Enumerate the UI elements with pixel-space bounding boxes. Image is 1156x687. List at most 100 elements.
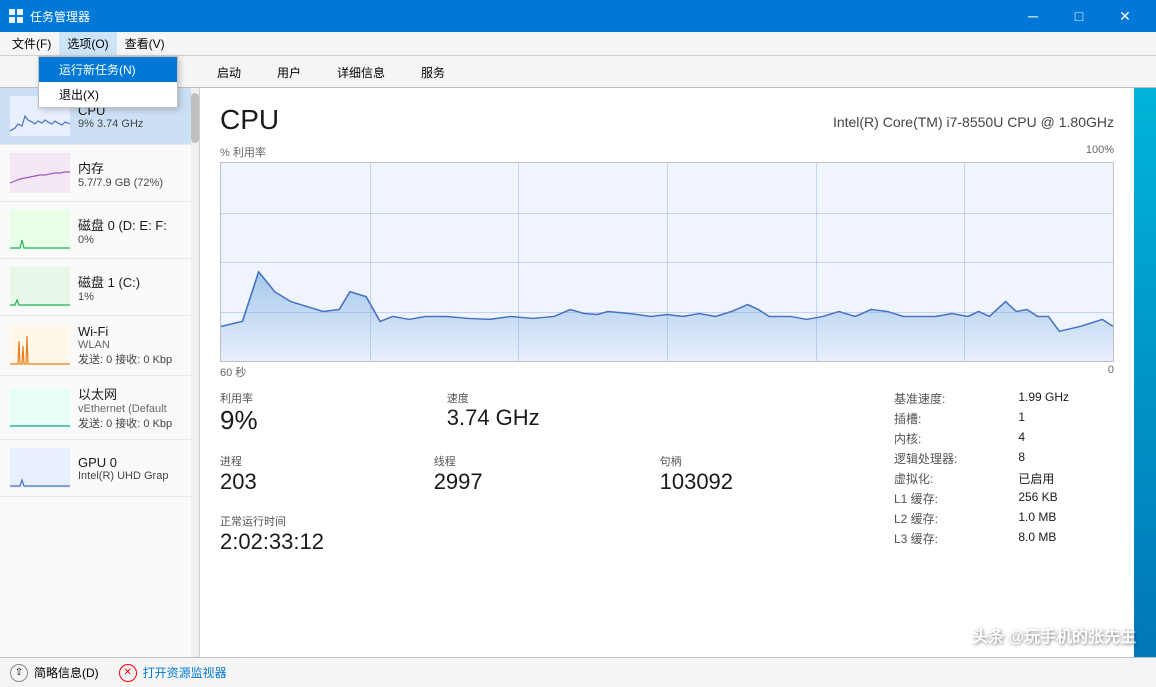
- dropdown-run-task[interactable]: 运行新任务(N): [39, 57, 177, 82]
- tab-users[interactable]: 用户: [260, 57, 318, 87]
- teal-sidebar: [1134, 88, 1156, 657]
- handle-value: 103092: [660, 469, 894, 495]
- cores-value: 4: [1018, 430, 1114, 447]
- grid-vline-5: [964, 163, 965, 361]
- sidebar-thumb-disk1: [10, 267, 70, 307]
- sidebar-info-disk0: 磁盘 0 (D: E: F: 0%: [78, 215, 189, 246]
- content-area: CPU Intel(R) Core(TM) i7-8550U CPU @ 1.8…: [200, 88, 1134, 657]
- tab-services[interactable]: 服务: [404, 57, 462, 87]
- scrollbar-thumb[interactable]: [191, 93, 199, 143]
- chart-x-right: 0: [1108, 364, 1114, 380]
- thread-value: 2997: [434, 469, 644, 495]
- main-layout: CPU 9% 3.74 GHz 内存 5.7/7.9 GB (72%): [0, 88, 1156, 657]
- grid-vline-2: [518, 163, 519, 361]
- logical-label: 逻辑处理器:: [894, 450, 1002, 467]
- l3-value: 8.0 MB: [1018, 530, 1114, 547]
- speed-value: 3.74 GHz: [447, 406, 705, 430]
- monitor-link[interactable]: 打开资源监视器: [143, 664, 227, 681]
- sidebar-thumb-disk0: [10, 210, 70, 250]
- l3-label: L3 缓存:: [894, 530, 1002, 547]
- l1-value: 256 KB: [1018, 490, 1114, 507]
- stats-row2: 进程 203 线程 2997 句柄 103092: [220, 453, 894, 503]
- stats-left: 利用率 9% 速度 3.74 GHz 进程 203 线程 299: [220, 390, 894, 563]
- disk0-sidebar-name: 磁盘 0 (D: E: F:: [78, 215, 189, 234]
- speed-group: 速度 3.74 GHz: [447, 390, 705, 435]
- sockets-value: 1: [1018, 410, 1114, 427]
- window-controls: ─ □ ✕: [1010, 0, 1148, 32]
- sidebar-item-wifi[interactable]: Wi-Fi WLAN 发送: 0 接收: 0 Kbp: [0, 316, 199, 376]
- eth-sidebar-name: 以太网: [78, 384, 189, 403]
- sidebar-item-memory[interactable]: 内存 5.7/7.9 GB (72%): [0, 145, 199, 202]
- sidebar: CPU 9% 3.74 GHz 内存 5.7/7.9 GB (72%): [0, 88, 200, 657]
- wifi-sidebar-name: Wi-Fi: [78, 324, 189, 339]
- sidebar-thumb-eth: [10, 388, 70, 428]
- sidebar-thumb-memory: [10, 153, 70, 193]
- thread-label: 线程: [434, 453, 644, 469]
- sidebar-item-gpu[interactable]: GPU 0 Intel(R) UHD Grap: [0, 440, 199, 497]
- menu-file[interactable]: 文件(F): [4, 32, 59, 55]
- stats-row1: 利用率 9% 速度 3.74 GHz: [220, 390, 894, 443]
- uptime-label: 正常运行时间: [220, 513, 894, 529]
- gpu-sidebar-stat: Intel(R) UHD Grap: [78, 470, 189, 482]
- sidebar-item-disk0[interactable]: 磁盘 0 (D: E: F: 0%: [0, 202, 199, 259]
- grid-vline-1: [370, 163, 371, 361]
- memory-sidebar-stat: 5.7/7.9 GB (72%): [78, 177, 189, 189]
- l2-value: 1.0 MB: [1018, 510, 1114, 527]
- monitor-icon: ✕: [119, 664, 137, 682]
- stats-right: 基准速度: 1.99 GHz 插槽: 1 内核: 4 逻辑处理器: 8 虚拟化:…: [894, 390, 1114, 563]
- menu-bar: 文件(F) 选项(O) 查看(V) 运行新任务(N) 退出(X): [0, 32, 1156, 56]
- eth-sidebar-stat2: vEthernet (Default: [78, 403, 189, 415]
- virt-label: 虚拟化:: [894, 470, 1002, 487]
- process-label: 进程: [220, 453, 418, 469]
- maximize-button[interactable]: □: [1056, 0, 1102, 32]
- minimize-button[interactable]: ─: [1010, 0, 1056, 32]
- thread-group: 线程 2997: [434, 453, 644, 495]
- process-group: 进程 203: [220, 453, 418, 495]
- sidebar-item-disk1[interactable]: 磁盘 1 (C:) 1%: [0, 259, 199, 316]
- summary-label[interactable]: 简略信息(D): [34, 664, 99, 681]
- chevron-up-icon: ⇧: [10, 664, 28, 682]
- menu-view[interactable]: 查看(V): [117, 32, 173, 55]
- handle-group: 句柄 103092: [660, 453, 894, 495]
- chart-x-left: 60 秒: [220, 364, 246, 380]
- sidebar-thumb-gpu: [10, 448, 70, 488]
- sidebar-info-wifi: Wi-Fi WLAN 发送: 0 接收: 0 Kbp: [78, 324, 189, 367]
- disk1-sidebar-name: 磁盘 1 (C:): [78, 272, 189, 291]
- cpu-header: CPU Intel(R) Core(TM) i7-8550U CPU @ 1.8…: [220, 104, 1114, 136]
- cpu-sidebar-stat: 9% 3.74 GHz: [78, 118, 189, 130]
- gpu-sidebar-name: GPU 0: [78, 455, 189, 470]
- stats-section: 利用率 9% 速度 3.74 GHz 进程 203 线程 299: [220, 390, 1114, 563]
- cores-label: 内核:: [894, 430, 1002, 447]
- sockets-label: 插槽:: [894, 410, 1002, 427]
- utilization-group: 利用率 9%: [220, 390, 423, 435]
- tab-details[interactable]: 详细信息: [320, 57, 402, 87]
- disk0-sidebar-stat: 0%: [78, 234, 189, 246]
- utilization-label: 利用率: [220, 390, 423, 406]
- wifi-sidebar-stat: 发送: 0 接收: 0 Kbp: [78, 351, 189, 367]
- l2-label: L2 缓存:: [894, 510, 1002, 527]
- sidebar-info-gpu: GPU 0 Intel(R) UHD Grap: [78, 455, 189, 482]
- sidebar-item-eth[interactable]: 以太网 vEthernet (Default 发送: 0 接收: 0 Kbp: [0, 376, 199, 440]
- chart-container: % 利用率 100%: [220, 144, 1114, 380]
- sidebar-info-eth: 以太网 vEthernet (Default 发送: 0 接收: 0 Kbp: [78, 384, 189, 431]
- file-dropdown: 运行新任务(N) 退出(X): [38, 56, 178, 108]
- status-monitor: ✕ 打开资源监视器: [119, 664, 227, 682]
- cpu-model: Intel(R) Core(TM) i7-8550U CPU @ 1.80GHz: [833, 114, 1114, 130]
- uptime-value: 2:02:33:12: [220, 529, 894, 555]
- utilization-value: 9%: [220, 406, 423, 435]
- app-title: 任务管理器: [30, 8, 90, 25]
- dropdown-exit[interactable]: 退出(X): [39, 82, 177, 107]
- memory-sidebar-name: 内存: [78, 158, 189, 177]
- cpu-chart: [220, 162, 1114, 362]
- tab-startup[interactable]: 启动: [200, 57, 258, 87]
- eth-sidebar-stat: 发送: 0 接收: 0 Kbp: [78, 415, 189, 431]
- process-value: 203: [220, 469, 418, 495]
- close-button[interactable]: ✕: [1102, 0, 1148, 32]
- status-bar: ⇧ 简略信息(D) ✕ 打开资源监视器: [0, 657, 1156, 687]
- logical-value: 8: [1018, 450, 1114, 467]
- menu-options[interactable]: 选项(O): [59, 32, 116, 55]
- wifi-sidebar-stat2: WLAN: [78, 339, 189, 351]
- sidebar-info-disk1: 磁盘 1 (C:) 1%: [78, 272, 189, 303]
- base-speed-value: 1.99 GHz: [1018, 390, 1114, 407]
- virt-value: 已启用: [1018, 470, 1114, 487]
